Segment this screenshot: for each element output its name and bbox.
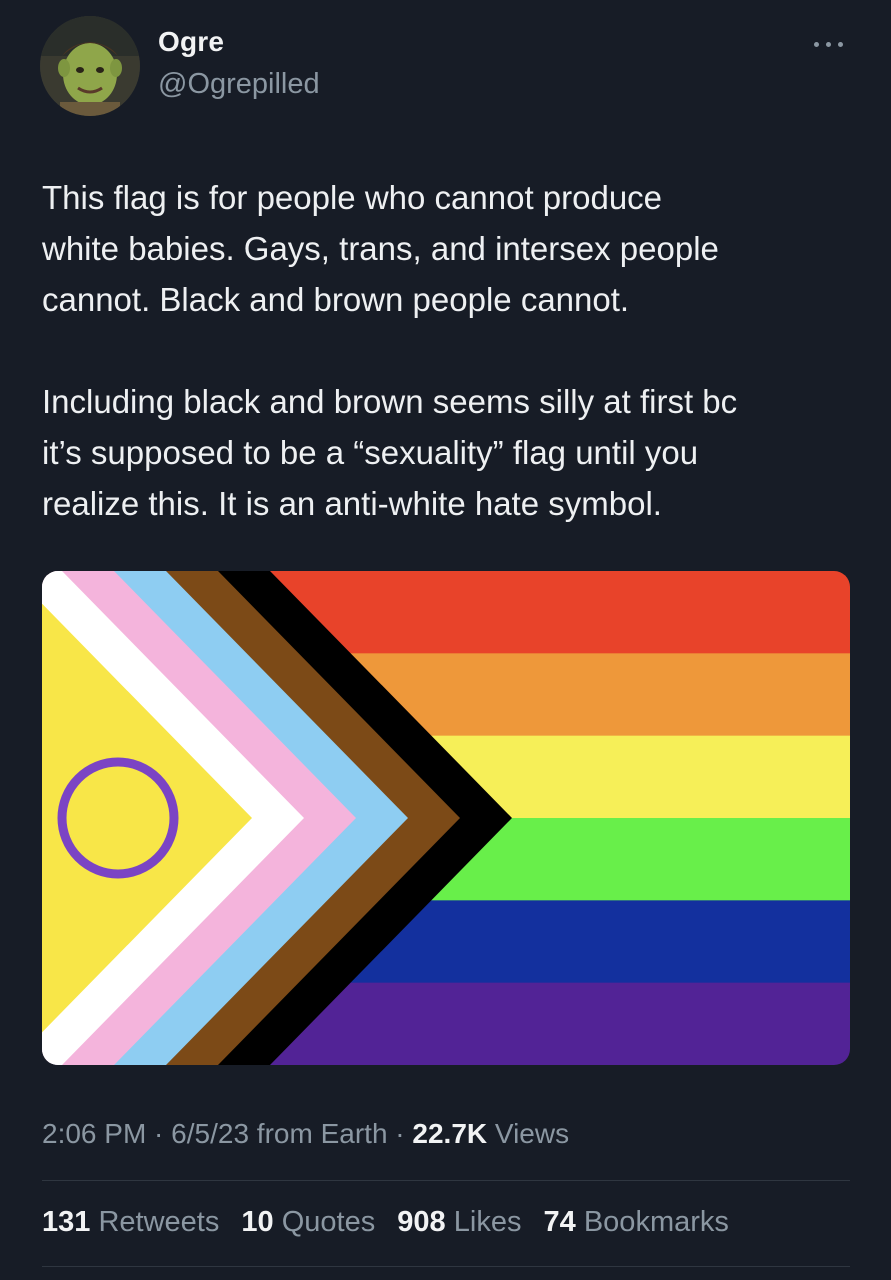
more-dots-icon[interactable] xyxy=(806,26,850,62)
date[interactable]: 6/5/23 xyxy=(171,1118,249,1149)
likes-stat[interactable]: 908 Likes xyxy=(397,1206,521,1238)
handle[interactable]: @Ogrepilled xyxy=(158,68,320,101)
ogre-avatar-icon xyxy=(40,16,140,116)
tweet-meta: 2:06 PM · 6/5/23 from Earth · 22.7K View… xyxy=(42,1118,570,1149)
engagement-stats: 131 Retweets 10 Quotes 908 Likes 74 Book… xyxy=(42,1206,743,1239)
tweet-paragraph: Including black and brown seems silly at… xyxy=(42,383,738,522)
retweets-stat[interactable]: 131 Retweets xyxy=(42,1206,219,1238)
views-label: Views xyxy=(487,1118,570,1149)
tweet: Ogre @Ogrepilled This flag is for people… xyxy=(0,0,891,1280)
divider xyxy=(42,1266,850,1267)
progress-pride-flag-image xyxy=(42,571,850,1065)
display-name[interactable]: Ogre xyxy=(158,26,224,58)
avatar[interactable] xyxy=(40,16,140,116)
bookmarks-stat[interactable]: 74 Bookmarks xyxy=(544,1206,729,1238)
tweet-text: This flag is for people who cannot produ… xyxy=(42,172,862,529)
timestamp[interactable]: 2:06 PM xyxy=(42,1118,146,1149)
views-count: 22.7K xyxy=(412,1118,488,1149)
divider xyxy=(42,1180,850,1181)
tweet-paragraph: This flag is for people who cannot produ… xyxy=(42,179,719,318)
tweet-media-image[interactable] xyxy=(42,571,850,1065)
quotes-stat[interactable]: 10 Quotes xyxy=(241,1206,375,1238)
source: from Earth xyxy=(249,1118,388,1149)
